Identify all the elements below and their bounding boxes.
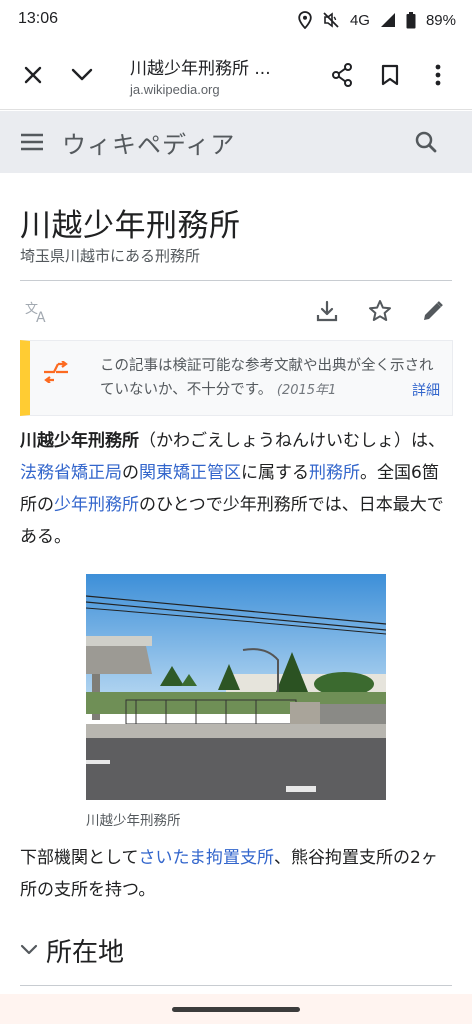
- wikipedia-logo[interactable]: ウィキペディア: [62, 125, 235, 160]
- link-shounen-keimusho[interactable]: 少年刑務所: [54, 495, 139, 515]
- page-tab-title: 川越少年刑務所 ...: [130, 59, 271, 79]
- branch-text: 下部機関として: [20, 848, 139, 868]
- link-saitama-kouchi-shisho[interactable]: さいたま拘置支所: [139, 848, 275, 868]
- prison-photo: [86, 574, 386, 800]
- language-icon: 文A: [25, 302, 46, 323]
- bookmark-icon: [381, 64, 399, 86]
- branch-paragraph: 下部機関としてさいたま拘置支所、熊谷拘置支所の2ヶ所の支所を持つ。: [20, 842, 452, 906]
- search-icon: [415, 131, 437, 153]
- link-houmusho-kyouseikyoku[interactable]: 法務省矯正局: [20, 463, 122, 483]
- share-icon: [332, 63, 352, 87]
- mute-icon: [323, 12, 339, 28]
- notice-more-link[interactable]: 詳細: [408, 380, 440, 400]
- citation-notice[interactable]: この記事は検証可能な参考文献や出典が全く示されていないか、不十分です。 (201…: [20, 340, 453, 416]
- intro-reading: （かわごえしょうねんけいむしょ）は、: [139, 431, 445, 451]
- chevron-down-icon: [20, 944, 38, 955]
- article-subject: 川越少年刑務所: [20, 431, 139, 451]
- language-button[interactable]: 文A: [22, 295, 54, 327]
- section-location-header[interactable]: 所在地: [20, 930, 124, 970]
- notice-date: (2015年1: [276, 383, 337, 398]
- link-keimusho[interactable]: 刑務所: [309, 463, 360, 483]
- battery-icon: [406, 11, 416, 28]
- notice-message: この記事は検証可能な参考文献や出典が全く示されていないか、不十分です。: [100, 358, 434, 398]
- signal-icon: [380, 13, 395, 27]
- bookmark-button[interactable]: [372, 57, 408, 93]
- share-button[interactable]: [324, 57, 360, 93]
- status-time: 13:06: [18, 10, 59, 27]
- wiki-header: ウィキペディア: [0, 111, 472, 173]
- page-url: ja.wikipedia.org: [130, 82, 220, 97]
- edit-button[interactable]: [417, 295, 449, 327]
- network-type: 4G: [349, 11, 370, 29]
- article-image[interactable]: [86, 574, 386, 800]
- more-options-button[interactable]: [420, 57, 456, 93]
- page-title: 川越少年刑務所: [20, 208, 241, 244]
- close-button[interactable]: [15, 57, 51, 93]
- section-title: 所在地: [46, 937, 125, 968]
- page-description: 埼玉県川越市にある刑務所: [20, 247, 201, 265]
- watch-button[interactable]: [364, 295, 396, 327]
- star-icon: [369, 300, 391, 321]
- system-nav-bar: [0, 994, 472, 1024]
- close-icon: [24, 66, 42, 84]
- notice-text: この記事は検証可能な参考文献や出典が全く示されていないか、不十分です。 (201…: [100, 354, 440, 403]
- title-divider: [20, 280, 452, 281]
- home-gesture-handle[interactable]: [172, 1007, 300, 1012]
- image-caption: 川越少年刑務所: [86, 813, 181, 829]
- search-button[interactable]: [410, 126, 442, 158]
- merge-arrows-icon: [44, 361, 68, 383]
- chevron-down-icon: [71, 68, 93, 81]
- status-icons: 4G 89%: [298, 9, 456, 31]
- section-divider: [20, 985, 452, 986]
- edit-icon: [424, 301, 443, 320]
- battery-level: 89%: [425, 11, 456, 29]
- menu-button[interactable]: [16, 126, 48, 158]
- svg-text:A: A: [36, 310, 46, 323]
- minimize-button[interactable]: [64, 57, 100, 93]
- status-bar: 13:06 4G 89%: [0, 0, 472, 40]
- intro-paragraph: 川越少年刑務所（かわごえしょうねんけいむしょ）は、法務省矯正局の関東矯正管区に属…: [20, 425, 452, 553]
- intro-text: の: [122, 463, 139, 483]
- location-icon: [298, 11, 312, 29]
- download-button[interactable]: [311, 295, 343, 327]
- link-kanto-kyousei-kanku[interactable]: 関東矯正管区: [139, 463, 241, 483]
- browser-toolbar: 川越少年刑務所 ... ja.wikipedia.org: [0, 40, 472, 110]
- more-vert-icon: [435, 64, 441, 86]
- menu-icon: [21, 133, 43, 151]
- download-icon: [316, 300, 338, 322]
- intro-text: に属する: [241, 463, 309, 483]
